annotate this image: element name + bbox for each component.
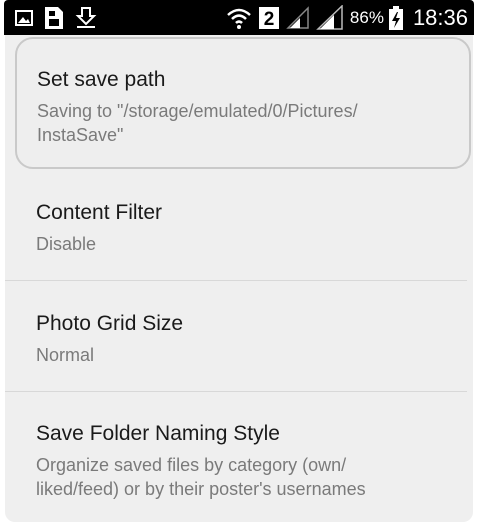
wifi-icon [226,6,252,30]
pref-title: Photo Grid Size [36,312,184,335]
clock: 18:36 [412,4,468,30]
status-bar: 2 86% 18:36 [4,0,474,35]
pref-summary: Saving to "/storage/emulated/0/Pictures/… [37,101,358,145]
settings-screen: 2 86% 18:36 Set save path Saving to "/st… [0,0,478,527]
pref-summary: Normal [36,345,95,365]
signal-icon [316,4,344,31]
pref-save-folder-naming-style[interactable]: Save Folder Naming Style Organize saved … [5,392,473,522]
sim-slot-number: 2 [264,9,275,30]
pref-title: Content Filter [36,201,163,224]
gallery-icon [14,8,34,28]
pref-summary: Organize saved files by category (own/ l… [36,455,366,499]
pref-title: Save Folder Naming Style [36,422,280,445]
pref-title: Set save path [37,68,166,91]
settings-list: Set save path Saving to "/storage/emulat… [5,35,473,522]
status-bar-left [14,0,108,35]
download-notification-icon [74,6,98,29]
battery-icon [388,5,403,30]
sim-card-icon [44,6,64,30]
status-bar-right: 2 86% 18:36 [226,0,468,35]
battery-percent: 86% [349,7,384,27]
signal-icon [286,5,310,30]
pref-content-filter[interactable]: Content Filter Disable [5,169,473,280]
pref-summary: Disable [36,234,97,254]
sim-slot-icon: 2 [258,6,280,30]
pref-photo-grid-size[interactable]: Photo Grid Size Normal [5,281,473,391]
pref-set-save-path[interactable]: Set save path Saving to "/storage/emulat… [15,37,471,169]
